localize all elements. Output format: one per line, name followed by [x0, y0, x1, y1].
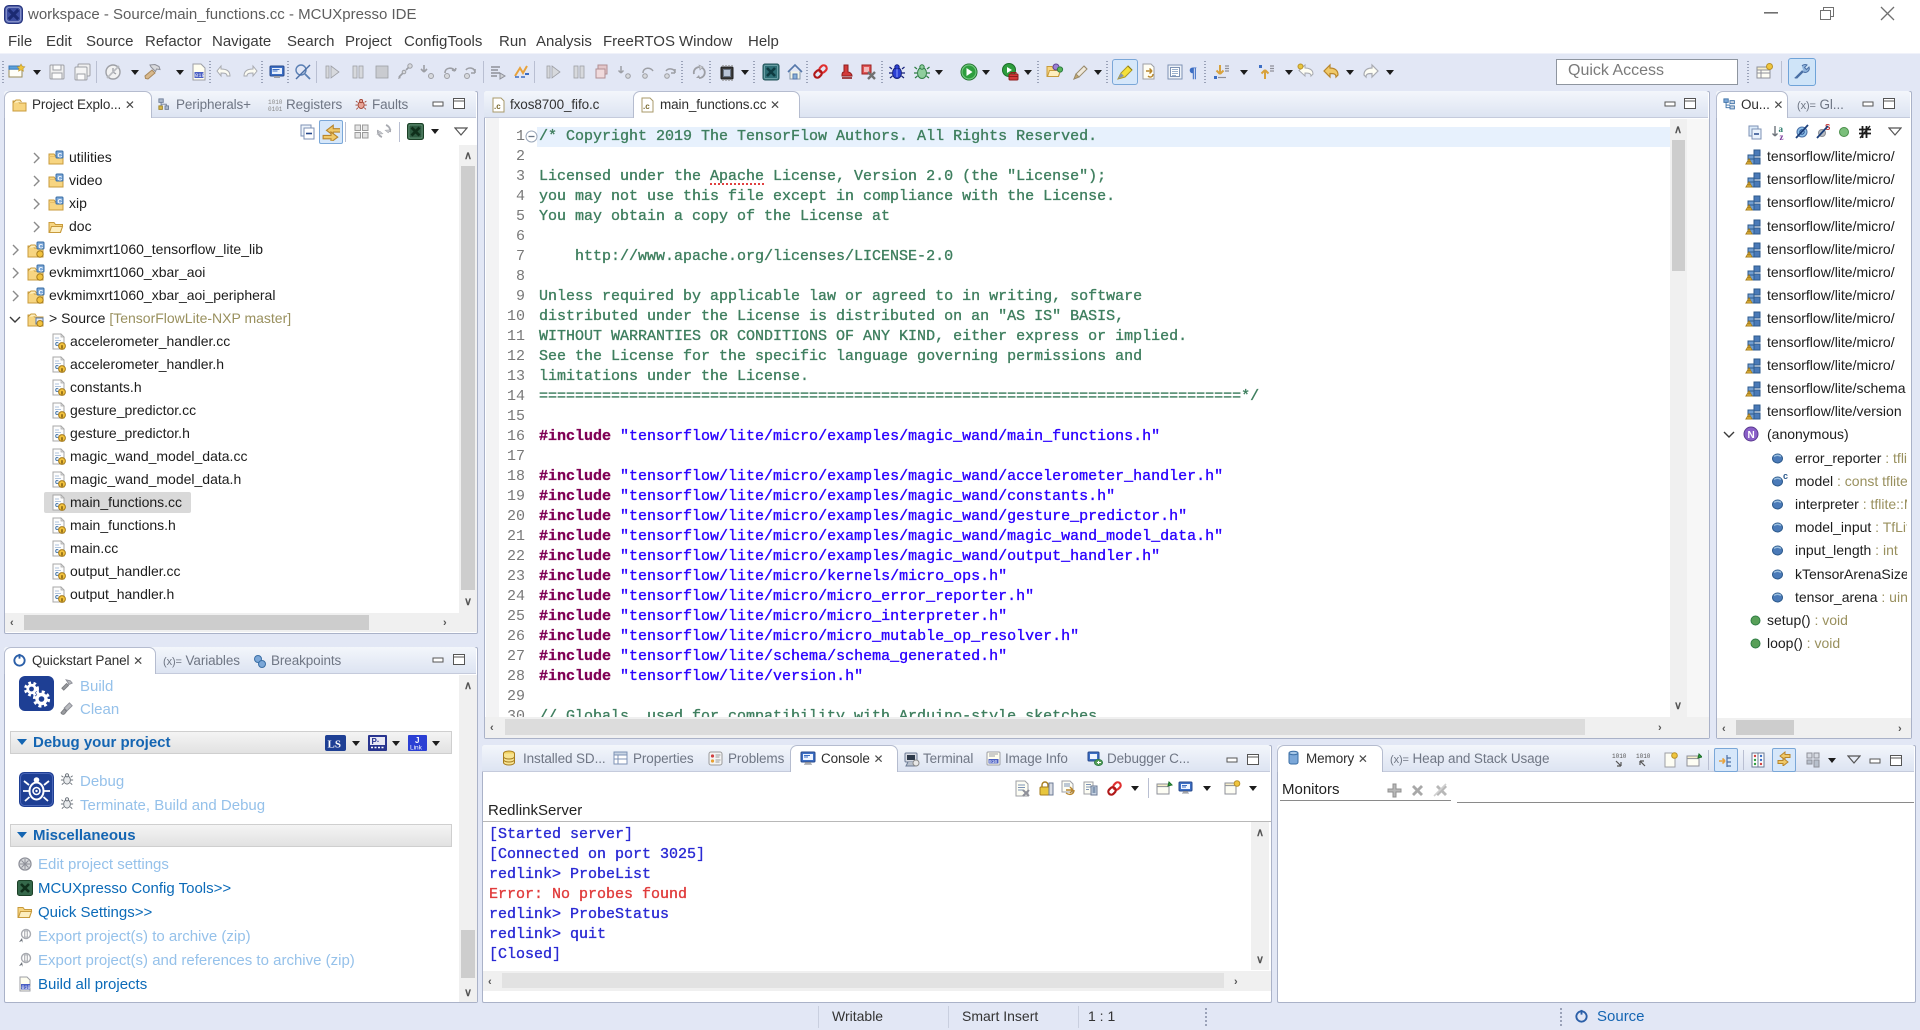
svg-text:C: C	[58, 199, 63, 206]
svg-text:1010: 1010	[1636, 753, 1651, 760]
svg-text:1010: 1010	[1612, 753, 1627, 760]
svg-text:¶: ¶	[1189, 65, 1197, 81]
svg-text:C: C	[39, 290, 44, 297]
svg-text:C: C	[39, 267, 44, 274]
svg-text:C: C	[58, 153, 63, 160]
svg-text:C: C	[58, 176, 63, 183]
svg-text:P·: P·	[372, 737, 380, 746]
svg-text:1010: 1010	[268, 99, 283, 106]
svg-text:.c: .c	[643, 102, 650, 111]
svg-text:010: 010	[989, 759, 997, 765]
svg-text:0101: 0101	[268, 106, 283, 112]
svg-text:z: z	[1780, 132, 1784, 140]
svg-text:C: C	[39, 244, 44, 251]
svg-text:LS: LS	[328, 739, 341, 751]
svg-text:010: 010	[195, 72, 205, 79]
svg-text:N: N	[1748, 430, 1755, 441]
svg-text:.c: .c	[494, 102, 501, 111]
svg-text:Link: Link	[410, 745, 423, 752]
svg-text:010: 010	[22, 985, 31, 991]
